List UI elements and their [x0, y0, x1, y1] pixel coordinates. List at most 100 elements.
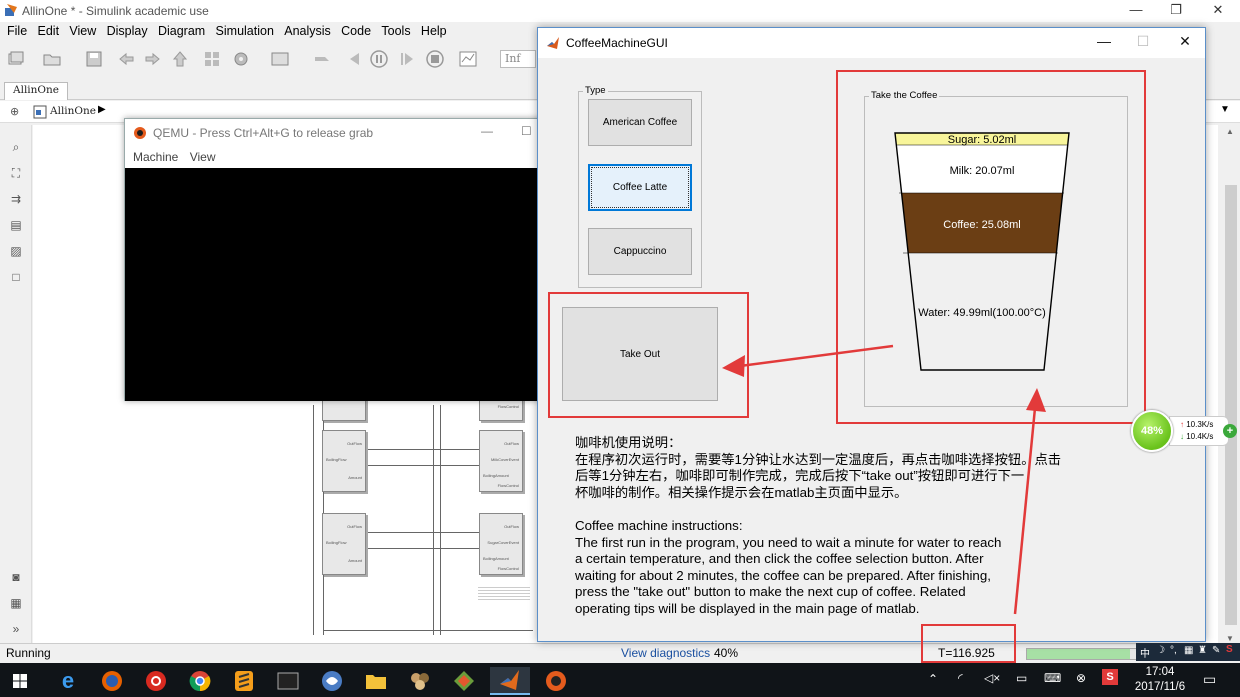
menu-analysis[interactable]: Analysis — [284, 24, 331, 38]
chevron-down-icon[interactable]: ▼ — [1220, 104, 1234, 115]
image-icon[interactable]: ▨ — [8, 243, 24, 259]
scroll-down-icon[interactable]: ▼ — [1226, 634, 1234, 643]
terminal-icon[interactable] — [268, 667, 308, 695]
battery-icon[interactable]: ▭ — [1016, 671, 1027, 685]
simulink-block[interactable]: OutFlow BoilingFlow Amount — [322, 430, 366, 492]
step-back-play-icon[interactable] — [344, 49, 364, 69]
hide-explorer-icon[interactable]: ⊕ — [10, 105, 19, 118]
zoom-icon[interactable]: ⌕ — [8, 139, 24, 155]
simulink-block[interactable]: OutFlow MilkCoverEvent BoilingAmount Flo… — [479, 430, 523, 492]
new-model-icon[interactable] — [6, 49, 26, 69]
library-browser-icon[interactable] — [202, 49, 222, 69]
qemu-display[interactable] — [125, 168, 543, 401]
step-forward-icon[interactable] — [397, 49, 417, 69]
vertical-scrollbar[interactable]: ▲ ▼ — [1222, 125, 1240, 645]
open-folder-icon[interactable] — [42, 49, 62, 69]
ime-shirt-icon[interactable]: ♜ — [1198, 645, 1207, 656]
menu-simulation[interactable]: Simulation — [216, 24, 274, 38]
fit-view-icon[interactable]: ⛶ — [8, 165, 24, 181]
pause-icon[interactable] — [369, 49, 389, 69]
menu-help[interactable]: Help — [421, 24, 447, 38]
camera-icon[interactable]: ◙ — [8, 569, 24, 585]
netease-music-icon[interactable] — [136, 667, 176, 695]
ime-toolbar[interactable]: 中 ☽ °, ▦ ♜ ✎ S — [1136, 643, 1240, 661]
firefox-icon[interactable] — [92, 667, 132, 695]
menu-diagram[interactable]: Diagram — [158, 24, 205, 38]
coffee-close-button[interactable]: ✕ — [1170, 33, 1200, 50]
qemu-minimize-button[interactable]: — — [481, 124, 493, 138]
scroll-up-icon[interactable]: ▲ — [1226, 127, 1234, 136]
edge-icon[interactable]: e — [48, 667, 88, 695]
coffee-maximize-button[interactable]: ☐ — [1128, 33, 1158, 50]
settings-gear-icon[interactable] — [231, 49, 251, 69]
annotation-icon[interactable]: ▤ — [8, 217, 24, 233]
taskbar-clock[interactable]: 17:04 2017/11/6 — [1128, 665, 1192, 695]
ime-chinese-icon[interactable]: 中 — [1140, 645, 1150, 660]
stop-icon[interactable] — [425, 49, 445, 69]
explorer-bar-icon[interactable]: ▦ — [8, 595, 24, 611]
minimize-button[interactable]: — — [1124, 2, 1148, 17]
arrow-route-icon[interactable]: ⇉ — [8, 191, 24, 207]
stop-time-field[interactable]: Inf — [500, 50, 536, 68]
restore-button[interactable]: ❐ — [1164, 2, 1188, 18]
up-arrow-icon[interactable] — [170, 49, 190, 69]
menu-code[interactable]: Code — [341, 24, 371, 38]
forward-arrow-icon[interactable] — [143, 49, 163, 69]
cappuccino-button[interactable]: Cappuccino — [588, 228, 692, 275]
network-app-icon[interactable] — [312, 667, 352, 695]
save-icon[interactable] — [84, 49, 104, 69]
start-icon[interactable] — [0, 667, 40, 695]
matlab-icon[interactable] — [490, 667, 530, 695]
more-chevron-icon[interactable]: » — [8, 621, 24, 637]
close-button[interactable]: ✕ — [1206, 2, 1230, 18]
sogou-icon[interactable]: S — [1226, 644, 1233, 655]
volume-icon[interactable]: ◁× — [984, 671, 1000, 685]
scope-icon[interactable] — [458, 49, 478, 69]
menu-tools[interactable]: Tools — [381, 24, 410, 38]
model-explorer-icon[interactable] — [270, 49, 290, 69]
step-back-icon[interactable] — [312, 49, 332, 69]
menu-display[interactable]: Display — [107, 24, 148, 38]
breadcrumb-arrow-icon[interactable]: ▶ — [98, 104, 106, 115]
game-icon[interactable] — [400, 667, 440, 695]
type-panel-legend: Type — [583, 85, 608, 96]
ime-punct-icon[interactable]: °, — [1170, 645, 1177, 656]
menu-file[interactable]: File — [7, 24, 27, 38]
menu-view[interactable]: View — [69, 24, 96, 38]
scroll-thumb[interactable] — [1225, 185, 1237, 625]
simulink-block[interactable]: OutFlow BoilingFlow Amount — [322, 513, 366, 575]
area-icon[interactable]: □ — [8, 269, 24, 285]
keyboard-icon[interactable]: ⌨ — [1044, 671, 1061, 685]
take-out-button[interactable]: Take Out — [562, 307, 718, 401]
back-arrow-icon[interactable] — [116, 49, 136, 69]
antivirus-icon[interactable]: ⊗ — [1076, 671, 1086, 685]
qemu-menu-view[interactable]: View — [190, 150, 216, 164]
git-icon[interactable] — [444, 667, 484, 695]
network-monitor-widget[interactable]: ↑ 10.3K/s ↓ 10.4K/s 48% + — [1131, 410, 1240, 452]
sogou-tray-icon[interactable]: S — [1102, 669, 1118, 685]
menu-edit[interactable]: Edit — [38, 24, 60, 38]
instructions-english: Coffee machine instructions: The first r… — [575, 518, 1002, 616]
view-diagnostics-link[interactable]: View diagnostics — [621, 646, 710, 660]
file-explorer-icon[interactable] — [356, 667, 396, 695]
qemu-maximize-button[interactable]: ☐ — [521, 124, 532, 138]
ime-tool-icon[interactable]: ✎ — [1212, 645, 1220, 656]
ime-keyboard-icon[interactable]: ▦ — [1184, 645, 1193, 656]
notification-icon[interactable]: ▭ — [1203, 671, 1216, 688]
ime-moon-icon[interactable]: ☽ — [1156, 645, 1165, 656]
memory-usage-ball[interactable]: 48% — [1131, 410, 1173, 452]
sublime-icon[interactable] — [224, 667, 264, 695]
simulink-block[interactable]: OutFlow SugarCoverEvent BoilingAmount Fl… — [479, 513, 523, 575]
chrome-icon[interactable] — [180, 667, 220, 695]
canvas-annotation — [478, 585, 530, 601]
coffee-minimize-button[interactable]: — — [1089, 33, 1119, 49]
coffee-latte-button[interactable]: Coffee Latte — [588, 164, 692, 211]
tray-expand-icon[interactable]: ⌃ — [928, 672, 938, 686]
wifi-icon[interactable]: ◜ — [958, 671, 963, 685]
tab-allinone[interactable]: AllinOne — [4, 82, 69, 100]
plus-icon[interactable]: + — [1223, 424, 1237, 438]
qemu-menu-machine[interactable]: Machine — [133, 150, 178, 164]
breadcrumb[interactable]: AllinOne — [50, 105, 96, 117]
american-coffee-button[interactable]: American Coffee — [588, 99, 692, 146]
qemu-taskbar-icon[interactable] — [536, 667, 576, 695]
